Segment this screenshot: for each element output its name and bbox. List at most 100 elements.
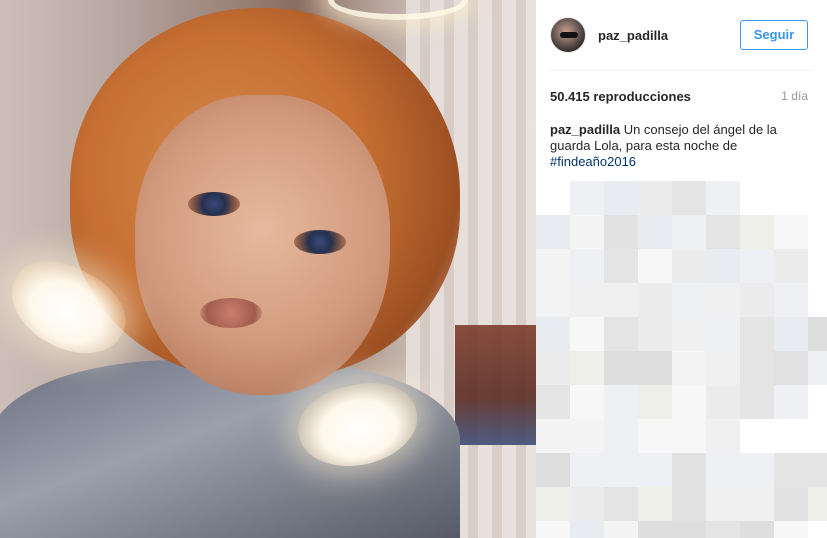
pixel-block <box>808 351 827 385</box>
caption-hashtag[interactable]: #findeaño2016 <box>550 154 636 169</box>
pixel-block <box>570 521 604 538</box>
caption-author[interactable]: paz_padilla <box>550 122 620 137</box>
view-count: 50.415 reproducciones <box>550 89 691 104</box>
pixel-block <box>706 181 740 215</box>
pixel-block <box>536 249 570 283</box>
pixel-block <box>570 215 604 249</box>
pixel-block <box>808 453 827 487</box>
pixel-block <box>740 249 774 283</box>
pixel-block <box>774 521 808 538</box>
pixel-block <box>536 521 570 538</box>
pixel-block <box>638 385 672 419</box>
pixel-block <box>672 453 706 487</box>
pixelated-comments <box>536 181 827 538</box>
post-side-panel: paz_padilla Seguir 50.415 reproducciones… <box>536 0 827 538</box>
pixel-block <box>672 521 706 538</box>
pixel-block <box>570 351 604 385</box>
pixel-block <box>604 181 638 215</box>
pixel-block <box>774 385 808 419</box>
pixel-block <box>774 249 808 283</box>
pixel-block <box>638 419 672 453</box>
pixel-block <box>672 351 706 385</box>
pixel-block <box>672 487 706 521</box>
pixel-block <box>604 487 638 521</box>
pixel-block <box>774 317 808 351</box>
background-table <box>455 325 536 445</box>
pixel-block <box>638 181 672 215</box>
post-caption: paz_padilla Un consejo del ángel de la g… <box>550 122 812 170</box>
pixel-block <box>672 419 706 453</box>
pixel-block <box>774 283 808 317</box>
pixel-block <box>706 487 740 521</box>
person-mouth <box>200 298 262 328</box>
pixel-block <box>604 249 638 283</box>
pixel-block <box>672 215 706 249</box>
pixel-block <box>774 487 808 521</box>
pixel-block <box>808 487 827 521</box>
pixel-block <box>536 419 570 453</box>
pixel-block <box>536 317 570 351</box>
person-face <box>135 95 390 395</box>
pixel-block <box>570 181 604 215</box>
pixel-block <box>570 453 604 487</box>
pixel-block <box>740 521 774 538</box>
post-video[interactable] <box>0 0 536 538</box>
pixel-block <box>672 317 706 351</box>
pixel-block <box>570 385 604 419</box>
avatar-glasses <box>560 32 578 38</box>
pixel-block <box>672 283 706 317</box>
pixel-block <box>706 283 740 317</box>
pixel-block <box>672 181 706 215</box>
pixel-block <box>706 351 740 385</box>
pixel-block <box>570 419 604 453</box>
pixel-block <box>638 351 672 385</box>
post-time[interactable]: 1 día <box>781 89 808 103</box>
person-eye-left <box>188 192 240 216</box>
pixel-block <box>604 453 638 487</box>
pixel-block <box>604 521 638 538</box>
pixel-block <box>638 521 672 538</box>
post-header: paz_padilla Seguir <box>536 0 827 70</box>
pixel-block <box>638 317 672 351</box>
avatar[interactable] <box>550 17 586 53</box>
pixel-block <box>570 283 604 317</box>
pixel-block <box>706 521 740 538</box>
pixel-block <box>706 385 740 419</box>
pixel-block <box>740 453 774 487</box>
follow-button[interactable]: Seguir <box>740 20 808 50</box>
pixel-block <box>740 215 774 249</box>
pixel-block <box>536 283 570 317</box>
pixel-block <box>808 317 827 351</box>
pixel-block <box>604 385 638 419</box>
pixel-block <box>740 487 774 521</box>
post-stats: 50.415 reproducciones 1 día <box>550 89 808 104</box>
pixel-block <box>740 317 774 351</box>
pixel-block <box>706 453 740 487</box>
pixel-block <box>604 419 638 453</box>
pixel-block <box>740 351 774 385</box>
pixel-block <box>706 419 740 453</box>
pixel-block <box>604 283 638 317</box>
pixel-block <box>638 249 672 283</box>
pixel-block <box>604 351 638 385</box>
pixel-block <box>536 487 570 521</box>
pixel-block <box>740 283 774 317</box>
pixel-block <box>740 385 774 419</box>
pixel-block <box>638 215 672 249</box>
header-divider <box>550 70 813 71</box>
pixel-block <box>604 317 638 351</box>
pixel-block <box>672 385 706 419</box>
pixel-block <box>706 215 740 249</box>
pixel-block <box>774 215 808 249</box>
pixel-block <box>638 283 672 317</box>
pixel-block <box>774 453 808 487</box>
author-username[interactable]: paz_padilla <box>598 28 668 43</box>
person-eye-right <box>294 230 346 254</box>
pixel-block <box>672 249 706 283</box>
pixel-block <box>536 351 570 385</box>
pixel-block <box>570 249 604 283</box>
pixel-block <box>570 487 604 521</box>
pixel-block <box>536 385 570 419</box>
pixel-block <box>536 215 570 249</box>
pixel-block <box>638 487 672 521</box>
